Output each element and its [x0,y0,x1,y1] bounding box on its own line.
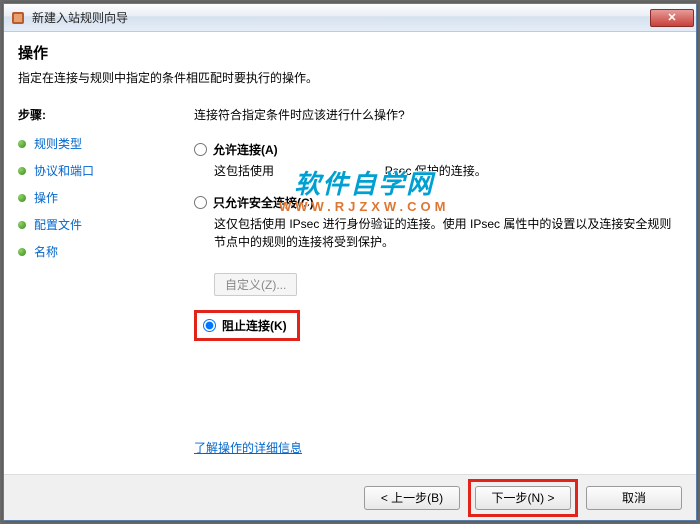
step-link[interactable]: 名称 [34,243,58,260]
sidebar-title: 步骤: [18,106,170,123]
more-info-link[interactable]: 了解操作的详细信息 [194,441,302,455]
bullet-icon [18,167,26,175]
step-rule-type[interactable]: 规则类型 [18,135,170,152]
step-action[interactable]: 操作 [18,189,170,206]
step-link[interactable]: 规则类型 [34,135,82,152]
titlebar: 新建入站规则向导 ✕ [4,4,696,32]
steps-sidebar: 步骤: 规则类型 协议和端口 操作 配置文件 名称 [4,96,184,474]
step-profile[interactable]: 配置文件 [18,216,170,233]
step-link[interactable]: 配置文件 [34,216,82,233]
step-name[interactable]: 名称 [18,243,170,260]
window-title: 新建入站规则向导 [32,9,128,26]
option-secure: 只允许安全连接(C) 这仅包括使用 IPsec 进行身份验证的连接。使用 IPs… [194,194,672,251]
customize-button: 自定义(Z)... [214,273,297,296]
radio-secure[interactable] [194,196,207,209]
next-highlight-box: 下一步(N) > [468,479,578,517]
close-button[interactable]: ✕ [650,9,694,27]
radio-secure-label: 只允许安全连接(C) [213,194,314,211]
options-panel: 连接符合指定条件时应该进行什么操作? 允许连接(A) 这包括使用 XXXXXXX… [184,96,696,474]
wizard-window: 新建入站规则向导 ✕ 操作 指定在连接与规则中指定的条件相匹配时要执行的操作。 … [3,3,697,521]
radio-allow[interactable] [194,143,207,156]
option-allow-desc: 这包括使用 XXXXXXXXXXXXX Psec 保护的连接。 [214,162,672,180]
bullet-icon [18,221,26,229]
main-area: 步骤: 规则类型 协议和端口 操作 配置文件 名称 连接符合指定条件时应该进行什… [4,96,696,474]
back-button[interactable]: < 上一步(B) [364,486,460,510]
wizard-footer: < 上一步(B) 下一步(N) > 取消 [4,474,696,520]
option-secure-desc: 这仅包括使用 IPsec 进行身份验证的连接。使用 IPsec 属性中的设置以及… [214,215,672,251]
option-block-connection: 阻止连接(K) [194,310,672,341]
cancel-button[interactable]: 取消 [586,486,682,510]
option-allow: 允许连接(A) 这包括使用 XXXXXXXXXXXXX Psec 保护的连接。 [194,141,672,180]
next-button[interactable]: 下一步(N) > [475,486,571,510]
step-link[interactable]: 协议和端口 [34,162,94,179]
radio-block[interactable] [203,319,216,332]
page-header: 操作 指定在连接与规则中指定的条件相匹配时要执行的操作。 [4,32,696,94]
panel-question: 连接符合指定条件时应该进行什么操作? [194,106,672,123]
step-protocol-port[interactable]: 协议和端口 [18,162,170,179]
app-icon [10,10,26,26]
bullet-icon [18,248,26,256]
radio-block-label: 阻止连接(K) [222,317,287,334]
step-list: 规则类型 协议和端口 操作 配置文件 名称 [18,135,170,260]
close-icon: ✕ [667,11,676,24]
content-area: 操作 指定在连接与规则中指定的条件相匹配时要执行的操作。 步骤: 规则类型 协议… [4,32,696,520]
page-subtitle: 指定在连接与规则中指定的条件相匹配时要执行的操作。 [18,69,682,86]
more-info-row: 了解操作的详细信息 [194,439,302,456]
highlight-box: 阻止连接(K) [194,310,300,341]
radio-allow-label: 允许连接(A) [213,141,278,158]
bullet-icon [18,194,26,202]
page-title: 操作 [18,42,682,63]
step-link[interactable]: 操作 [34,189,58,206]
bullet-icon [18,140,26,148]
